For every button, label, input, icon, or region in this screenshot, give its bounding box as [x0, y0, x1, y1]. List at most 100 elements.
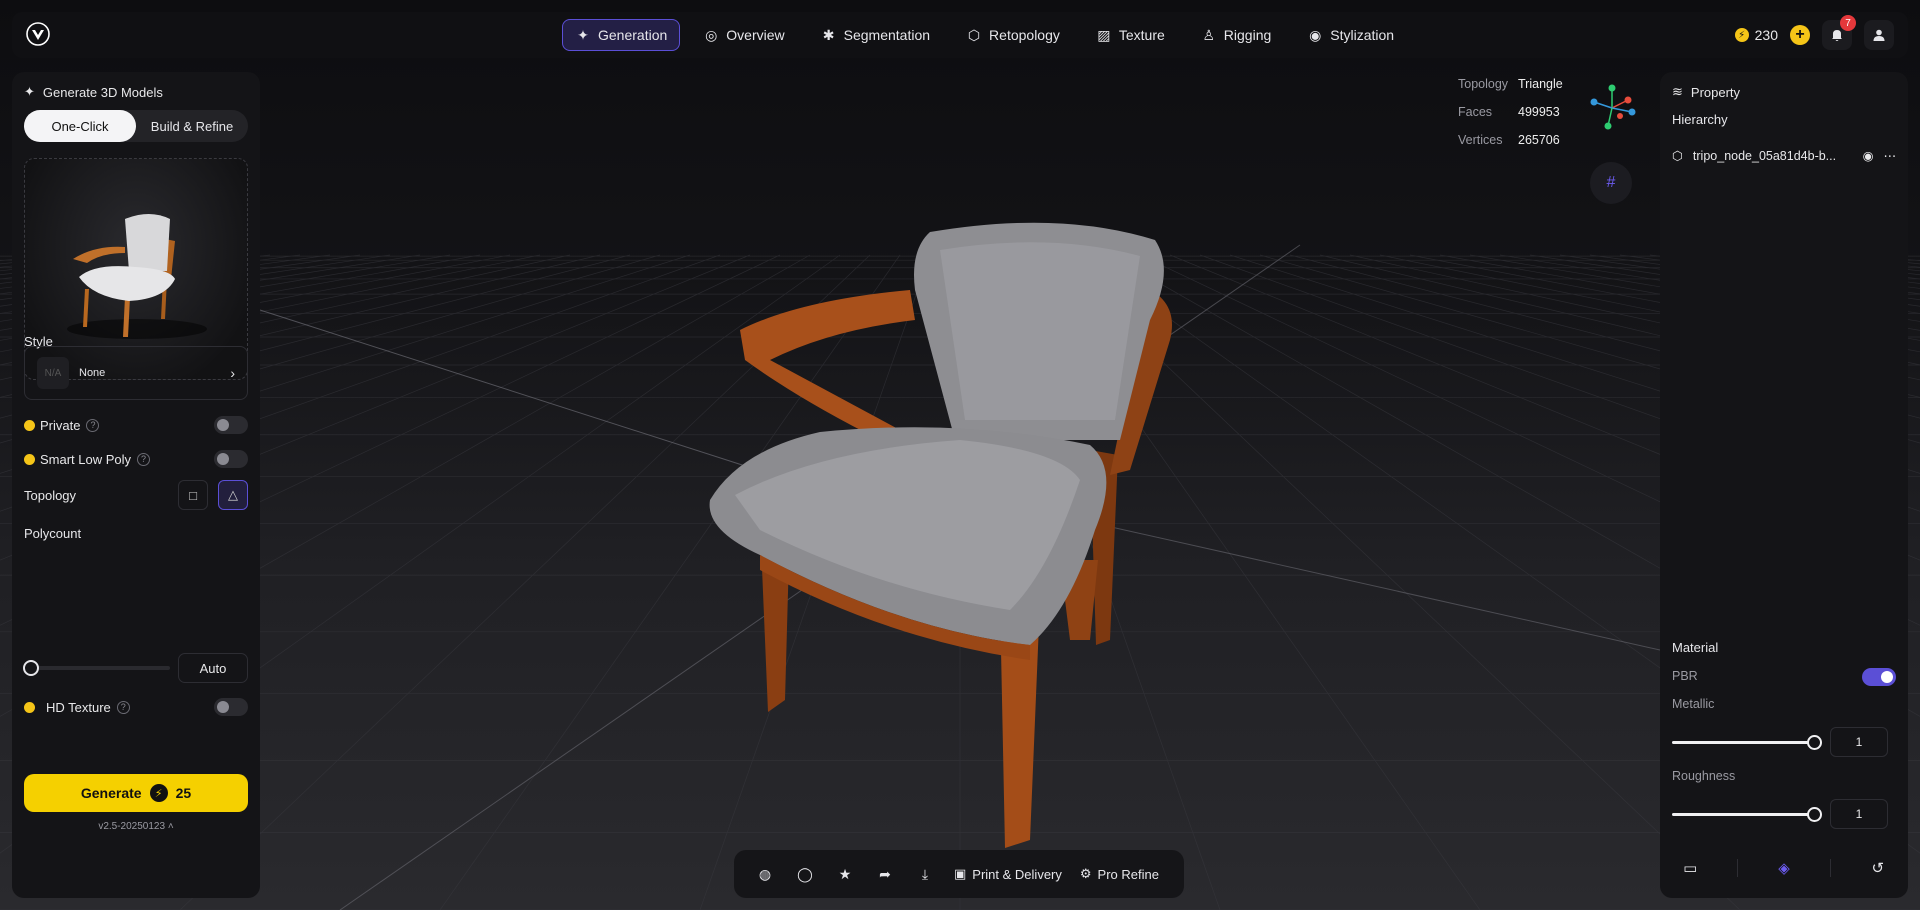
pbr-toggle[interactable]	[1862, 668, 1896, 686]
metallic-slider[interactable]	[1672, 735, 1822, 750]
segmentation-icon: ✱	[822, 26, 835, 43]
style-selector[interactable]: N/A None ›	[24, 346, 248, 400]
polycount-slider-handle[interactable]	[23, 660, 39, 676]
more-options-icon[interactable]: ⋯	[1884, 148, 1897, 163]
metallic-label: Metallic	[1672, 697, 1715, 711]
nav-tab-segmentation[interactable]: ✱ Segmentation	[808, 19, 943, 51]
share-icon[interactable]: ➦	[868, 857, 902, 891]
add-credits-button[interactable]: +	[1790, 25, 1810, 45]
3d-viewport[interactable]	[0, 0, 1920, 910]
nav-tab-label: Texture	[1118, 27, 1165, 43]
mode-one-click[interactable]: One-Click	[24, 110, 136, 142]
print-delivery-label: Print & Delivery	[972, 866, 1062, 882]
property-title: ≋ Property	[1672, 84, 1740, 100]
axis-gizmo-icon[interactable]	[1584, 80, 1640, 136]
wireframe-view-icon[interactable]: ◯	[788, 857, 822, 891]
layers-icon: ≋	[1672, 84, 1683, 99]
faces-stat-label: Faces	[1458, 105, 1493, 119]
download-icon[interactable]: ⤓	[908, 857, 942, 891]
hierarchy-label: Hierarchy	[1672, 112, 1728, 127]
private-label: Private	[40, 417, 81, 433]
triangle-topology-button[interactable]: △	[218, 480, 248, 510]
topology-stat-label: Topology	[1458, 77, 1509, 91]
polycount-slider[interactable]	[23, 660, 170, 676]
notifications-button[interactable]: 7	[1822, 15, 1856, 50]
user-icon	[1873, 29, 1885, 41]
pro-feature-icon	[24, 701, 35, 713]
model-version-selector[interactable]: v2.5-20250123 ˄	[12, 821, 260, 832]
history-icon[interactable]: ↺	[1864, 856, 1892, 880]
app-logo-icon[interactable]	[26, 22, 50, 46]
generate-button[interactable]: Generate ⚡ 25	[24, 774, 248, 812]
credit-balance: ⚡ 230	[1734, 27, 1778, 43]
model-version: v2.5-20250123	[98, 821, 166, 832]
bell-icon	[1832, 30, 1842, 41]
nav-tab-rigging[interactable]: ♙ Rigging	[1188, 19, 1284, 51]
user-profile-button[interactable]	[1864, 20, 1894, 50]
roughness-input[interactable]: 1	[1830, 799, 1888, 829]
overview-icon: ◎	[705, 26, 718, 43]
quad-topology-button[interactable]: □	[178, 480, 208, 510]
cube-icon: ⬡	[1672, 149, 1683, 163]
main-nav: ✦ Generation ◎ Overview ✱ Segmentation ⬡ Retopo…	[562, 19, 1407, 51]
favorite-star-icon[interactable]: ★	[828, 857, 862, 891]
sparkle-icon: ✦	[24, 84, 35, 99]
chevron-up-icon: ˄	[167, 821, 174, 832]
hierarchy-node[interactable]: ⬡ tripo_node_05a81d4b-b... ◉ ⋯	[1672, 148, 1897, 164]
divider	[1830, 859, 1832, 877]
faces-stat-value: 499953	[1518, 105, 1560, 119]
panel-footer-tabs: ▭ ◈ ↺	[1660, 856, 1908, 880]
notification-badge: 7	[1840, 15, 1856, 31]
ground-grid	[0, 222, 1920, 910]
nav-tab-label: Generation	[598, 27, 668, 43]
layers-tab-icon[interactable]: ◈	[1770, 856, 1798, 880]
panel-title: ✦ Generate 3D Models	[24, 84, 163, 100]
nav-tab-stylization[interactable]: ◉ Stylization	[1294, 19, 1407, 51]
model-stats: Topology Triangle Faces 499953 Vertices 265…	[1458, 70, 1580, 154]
print-delivery-button[interactable]: ▣ Print & Delivery	[948, 857, 1068, 891]
pro-refine-button[interactable]: ⚙ Pro Refine	[1074, 857, 1165, 891]
account-area: ⚡ 230 + 7	[1734, 15, 1894, 50]
credit-count: 230	[1754, 27, 1778, 43]
smart-low-poly-row: Smart Low Poly ?	[24, 450, 248, 468]
help-icon[interactable]: ?	[137, 452, 151, 466]
rigging-icon: ♙	[1202, 26, 1216, 43]
vertices-stat-value: 265706	[1518, 133, 1560, 147]
roughness-slider[interactable]	[1672, 807, 1822, 822]
pro-feature-icon	[24, 419, 35, 431]
smart-low-poly-label: Smart Low Poly	[40, 451, 132, 467]
help-icon[interactable]: ?	[86, 418, 100, 432]
chair-model[interactable]	[709, 222, 1172, 848]
bolt-icon: ⚡	[149, 784, 168, 802]
help-icon[interactable]: ?	[116, 700, 130, 714]
nav-tab-texture[interactable]: ▨ Texture	[1083, 19, 1178, 51]
mode-build-refine[interactable]: Build & Refine	[136, 110, 248, 142]
top-navigation-bar: ✦ Generation ◎ Overview ✱ Segmentation ⬡ Retopo…	[12, 12, 1908, 58]
texture-view-icon[interactable]: ◍	[748, 857, 782, 891]
hd-texture-toggle[interactable]	[214, 698, 248, 716]
grid-snap-button[interactable]: #	[1590, 162, 1632, 204]
retopology-icon: ⬡	[967, 26, 981, 43]
smart-low-poly-toggle[interactable]	[214, 450, 248, 468]
polycount-auto-button[interactable]: Auto	[178, 653, 248, 683]
nav-tab-label: Overview	[726, 27, 785, 43]
nav-tab-generation[interactable]: ✦ Generation	[562, 19, 681, 51]
property-title-text: Property	[1690, 84, 1741, 100]
roughness-label: Roughness	[1672, 769, 1736, 783]
nav-tab-overview[interactable]: ◎ Overview	[690, 19, 797, 51]
eye-icon[interactable]: ◉	[1863, 148, 1874, 163]
private-toggle[interactable]	[214, 416, 248, 434]
refine-icon: ⚙	[1079, 866, 1092, 881]
metallic-input[interactable]: 1	[1830, 727, 1888, 757]
viewport-toolbar: ◍ ◯ ★ ➦ ⤓ ▣ Print & Delivery ⚙ Pro Refin…	[734, 850, 1184, 898]
style-thumbnail: N/A	[37, 357, 69, 389]
nav-tab-retopology[interactable]: ⬡ Retopology	[953, 19, 1073, 51]
node-name: tripo_node_05a81d4b-b...	[1692, 148, 1837, 163]
pbr-label: PBR	[1672, 669, 1698, 683]
palette-icon: ◉	[1309, 26, 1322, 43]
texture-icon: ▨	[1097, 26, 1111, 43]
roughness-slider-handle[interactable]	[1807, 807, 1822, 822]
metallic-slider-handle[interactable]	[1807, 735, 1822, 750]
archive-icon[interactable]: ▭	[1676, 856, 1704, 880]
topology-stat-value: Triangle	[1518, 77, 1563, 91]
